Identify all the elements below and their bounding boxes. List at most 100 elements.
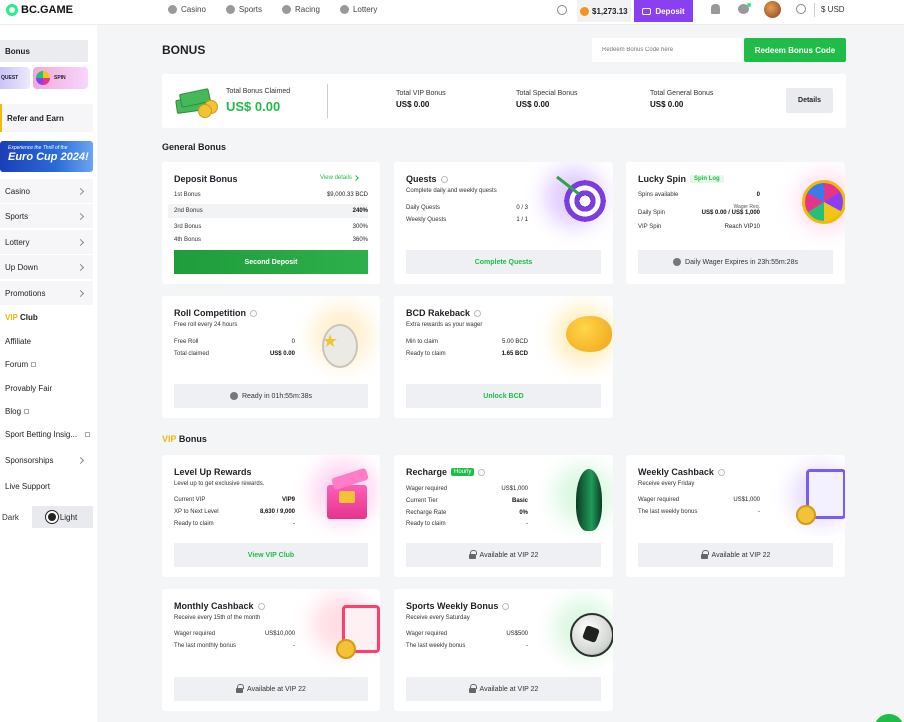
list-item: Current VIP VIP9 — [174, 497, 295, 503]
list-item: Free Roll 0 — [174, 339, 295, 345]
search-icon[interactable] — [557, 5, 567, 15]
info-icon[interactable] — [717, 468, 725, 476]
spin-log-button[interactable]: Spin Log — [690, 175, 724, 183]
dark-mode-option[interactable]: Dark — [0, 506, 32, 528]
view-details-link[interactable]: View details — [320, 175, 359, 181]
deposit-button[interactable]: Deposit — [634, 0, 693, 22]
sidebar-item-lottery[interactable]: Lottery — [0, 230, 93, 254]
list-item: Daily Spin US$ 0.00 / US$ 1,000 — [638, 210, 760, 216]
sidebar-item-promotions[interactable]: Promotions — [0, 281, 93, 305]
live-chat-button[interactable] — [874, 714, 904, 722]
general-bonus-heading: General Bonus — [162, 142, 227, 152]
info-icon[interactable] — [502, 602, 510, 610]
sidebar-item-vip-club[interactable]: VIP Club — [5, 313, 90, 322]
chat-icon[interactable] — [738, 3, 751, 14]
top-bar: BC.GAME Casino Sports Racing Lottery $1,… — [0, 0, 904, 25]
recharge-locked-button[interactable]: Available at VIP 22 — [406, 543, 601, 567]
chevron-right-icon — [76, 212, 85, 220]
info-icon[interactable] — [250, 309, 257, 317]
redeem-code-button[interactable]: Redeem Bonus Code — [744, 38, 846, 62]
sidebar-item-provably-fair[interactable]: Provably Fair — [5, 384, 90, 393]
bcd-rakeback-card: BCD Rakeback Extra rewards as your wager… — [394, 296, 613, 418]
monthly-locked-button[interactable]: Available at VIP 22 — [174, 677, 368, 701]
info-icon[interactable] — [474, 309, 482, 317]
list-item: Wager required US$1,000 — [638, 497, 760, 503]
list-item: Weekly Quests 1 / 1 — [406, 217, 528, 223]
lock-icon — [236, 683, 245, 693]
nav-sports[interactable]: Sports — [225, 5, 262, 14]
details-button[interactable]: Details — [786, 88, 833, 113]
sun-icon — [47, 513, 56, 521]
card-title: Lucky Spin Spin Log — [638, 174, 724, 184]
hourly-badge: Hourly — [451, 468, 475, 476]
logo-text: BC.GAME — [21, 4, 73, 16]
external-link-icon — [85, 432, 90, 437]
card-title: Monthly Cashback — [174, 601, 265, 611]
divider — [327, 84, 328, 118]
list-item: XP to Next Level 8,630 / 9,000 — [174, 509, 295, 515]
nav-casino[interactable]: Casino — [168, 5, 206, 14]
info-icon[interactable] — [257, 602, 265, 610]
sidebar-item-sponsorships[interactable]: Sponsorships — [0, 448, 93, 472]
sidebar-item-casino[interactable]: Casino — [0, 179, 93, 203]
wallet-balance[interactable]: $1,273.13 — [577, 0, 631, 22]
list-item: Current Tier Basic — [406, 498, 528, 504]
vip-bonus-heading: VIP Bonus — [162, 434, 207, 444]
lucky-spin-card: Lucky Spin Spin Log Spins available 0 Wage… — [626, 162, 845, 284]
coin-icon — [580, 6, 589, 16]
second-deposit-button[interactable]: Second Deposit — [174, 250, 368, 274]
view-vip-club-button[interactable]: View VIP Club — [174, 543, 368, 567]
list-item: 2nd Bonus 240% — [174, 208, 368, 214]
sidebar-item-bonus[interactable]: Bonus — [0, 40, 88, 62]
spin-shortcut[interactable]: SPIN — [33, 67, 88, 89]
nav-racing[interactable]: Racing — [282, 5, 320, 14]
chevron-right-icon — [76, 238, 85, 246]
bonus-summary: Total Bonus Claimed US$ 0.00 Total VIP B… — [162, 74, 846, 128]
lock-icon — [468, 549, 477, 559]
info-icon[interactable] — [440, 175, 448, 183]
list-item: Min to claim 5.00 BCD — [406, 339, 528, 345]
refer-and-earn[interactable]: Refer and Earn — [0, 104, 93, 132]
lock-icon — [700, 549, 709, 559]
complete-quests-button[interactable]: Complete Quests — [406, 250, 601, 274]
sports-weekly-locked-button[interactable]: Available at VIP 22 — [406, 677, 601, 701]
info-icon[interactable] — [478, 468, 486, 476]
currency-selector[interactable]: $ USD — [814, 3, 845, 17]
recharge-card: Recharge Hourly Wager required US$1,000 Cu… — [394, 455, 613, 577]
chevron-right-icon — [76, 263, 85, 271]
sidebar: Bonus QUEST SPIN Refer and Earn Experien… — [0, 25, 97, 722]
sidebar-item-up-down[interactable]: Up Down — [0, 255, 93, 279]
list-item: The last monthly bonus - — [174, 643, 295, 649]
list-item: Ready to claim 1.65 BCD — [406, 351, 528, 357]
quest-shortcut[interactable]: QUEST — [0, 67, 30, 89]
total-vip-bonus: Total VIP Bonus US$ 0.00 — [396, 90, 446, 109]
logo-icon — [6, 4, 18, 16]
card-title: BCD Rakeback — [406, 308, 482, 318]
avatar[interactable] — [764, 1, 781, 18]
wallet-icon — [642, 7, 652, 15]
globe-icon[interactable] — [796, 4, 806, 14]
bonus-code-input[interactable] — [592, 38, 742, 62]
card-title: Sports Weekly Bonus — [406, 601, 510, 611]
list-item: Daily Quests 0 / 3 — [406, 205, 528, 211]
sidebar-item-blog[interactable]: Blog — [5, 407, 90, 416]
sidebar-item-affiliate[interactable]: Affiliate — [5, 337, 90, 346]
star-icon: ★ — [322, 331, 339, 351]
sidebar-item-sport-betting[interactable]: Sport Betting Insig... — [5, 430, 90, 439]
bell-icon[interactable] — [711, 4, 720, 14]
unlock-bcd-button[interactable]: Unlock BCD — [406, 384, 601, 408]
sidebar-item-forum[interactable]: Forum — [5, 360, 90, 369]
wheel-icon — [802, 180, 845, 224]
light-mode-option[interactable]: Light — [32, 506, 93, 528]
euro-cup-banner[interactable]: Experience the Thrill of the Euro Cup 20… — [0, 141, 93, 172]
list-item: 3rd Bonus 300% — [174, 224, 368, 230]
list-item: Wager required US$1,000 — [406, 486, 528, 492]
total-claimed-value: US$ 0.00 — [226, 99, 281, 114]
sidebar-item-live-support[interactable]: Live Support — [0, 474, 93, 498]
weekly-locked-button[interactable]: Available at VIP 22 — [638, 543, 833, 567]
piggy-bank-icon — [566, 316, 612, 352]
sidebar-item-sports[interactable]: Sports — [0, 204, 93, 228]
nav-lottery[interactable]: Lottery — [339, 5, 377, 14]
chevron-right-icon — [76, 187, 85, 195]
logo[interactable]: BC.GAME — [6, 4, 73, 16]
